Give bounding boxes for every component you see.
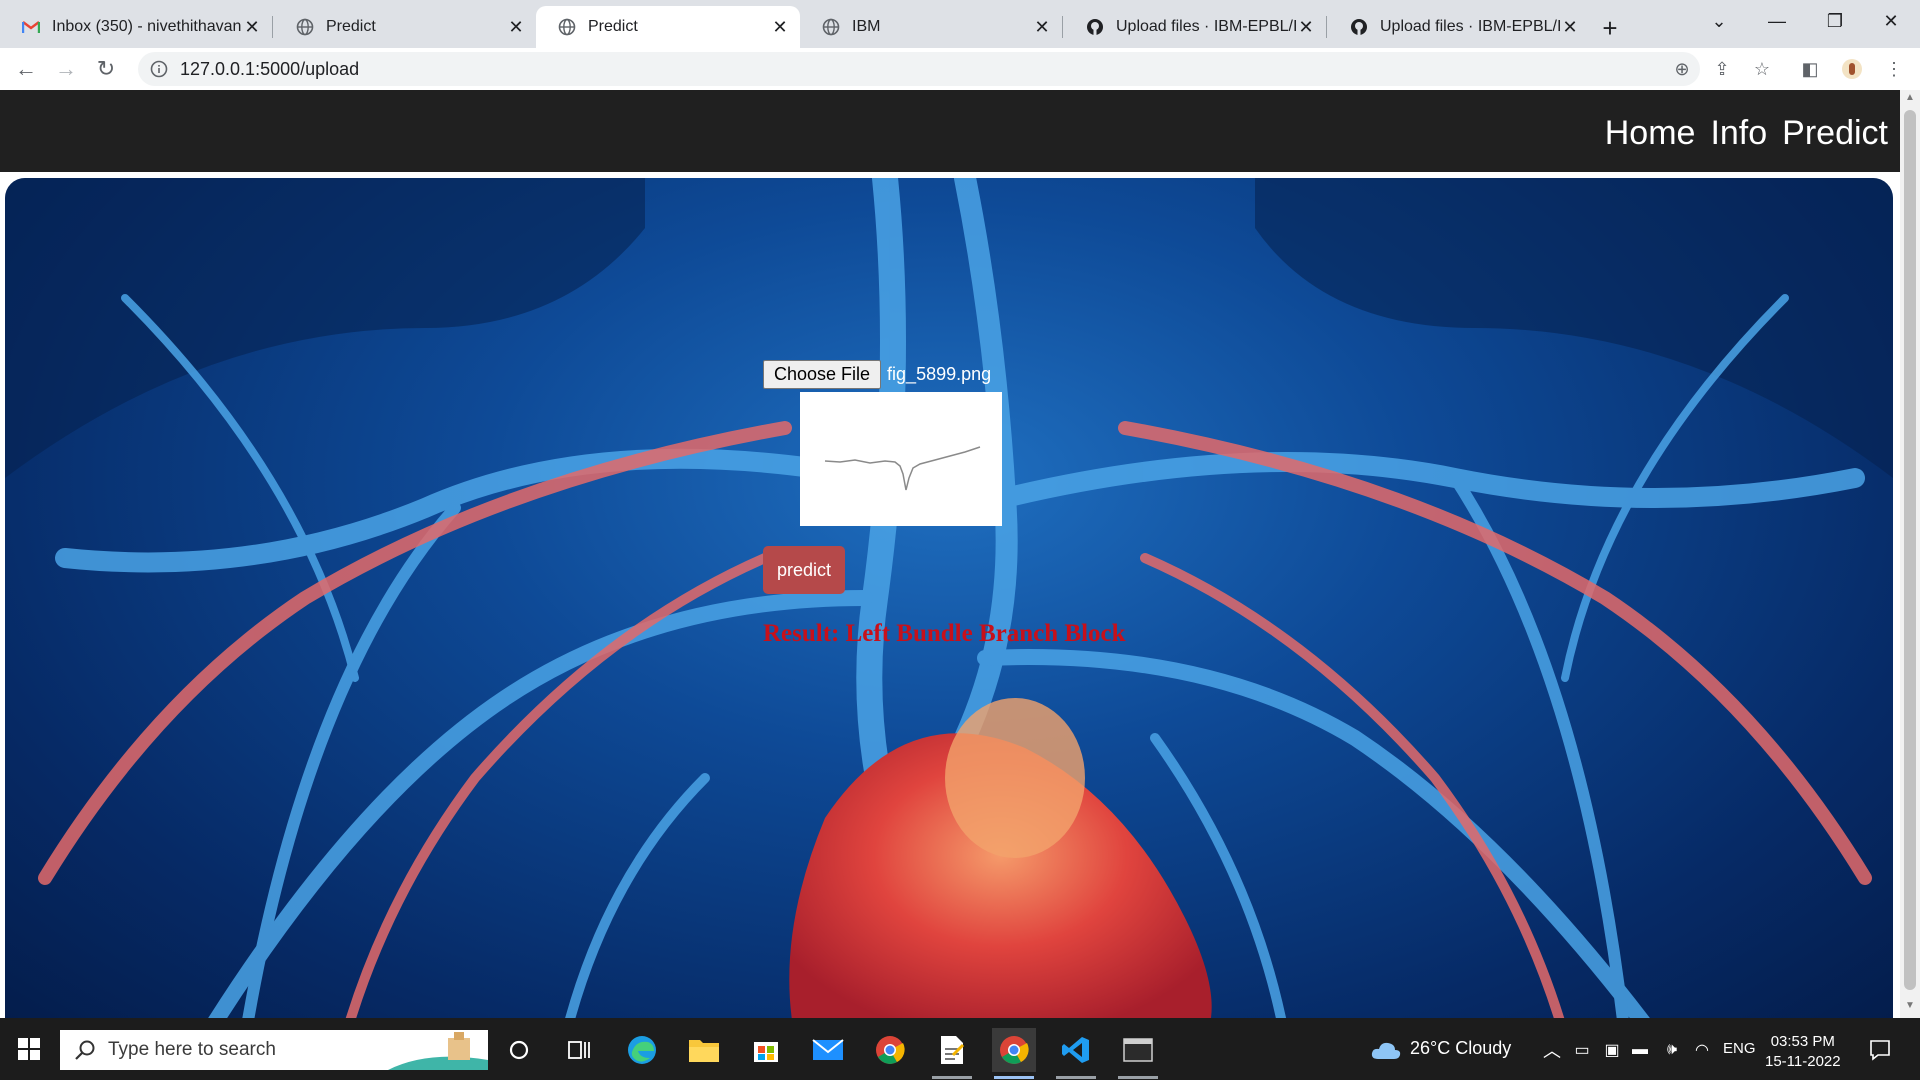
chrome-active-icon[interactable]: [992, 1028, 1036, 1072]
nav-predict-link[interactable]: Predict: [1782, 114, 1888, 153]
address-bar[interactable]: 127.0.0.1:5000/upload: [138, 52, 1700, 86]
page-scrollbar[interactable]: ▲ ▼: [1900, 90, 1920, 1018]
tab-title: Inbox (350) - nivethithavana: [52, 18, 242, 35]
weather-text[interactable]: 26°C Cloudy: [1410, 1038, 1511, 1059]
tab-ibm[interactable]: IBM ✕: [800, 6, 1062, 48]
windows-taskbar: Type here to search 26°C Cloudy ︿ ▭ ▣ ▬ …: [0, 1018, 1920, 1080]
heart-vessels-illustration: [5, 178, 1893, 1018]
windows-logo-icon: [18, 1038, 40, 1060]
close-tab-icon[interactable]: ✕: [770, 17, 790, 37]
task-view-icon[interactable]: [558, 1028, 602, 1072]
cortana-icon[interactable]: [497, 1028, 541, 1072]
microsoft-store-icon[interactable]: [744, 1028, 788, 1072]
reload-button[interactable]: ↻: [90, 53, 122, 85]
restore-button[interactable]: ❐: [1806, 6, 1864, 36]
hero-background-image: [5, 178, 1893, 1018]
tab-title: IBM: [852, 18, 881, 35]
windows-start-button[interactable]: [0, 1018, 58, 1080]
menu-dots-icon[interactable]: ⋮: [1878, 53, 1910, 85]
mail-icon[interactable]: [806, 1028, 850, 1072]
globe-icon: [822, 18, 840, 36]
prediction-result-text: Result: Left Bundle Branch Block: [763, 620, 1126, 647]
clock-time: 03:53 PM: [1770, 1033, 1835, 1050]
scrollbar-thumb[interactable]: [1904, 110, 1916, 990]
site-navbar: Home Info Predict: [0, 90, 1900, 172]
selected-file-name: fig_5899.png: [887, 364, 992, 384]
nav-info-link[interactable]: Info: [1710, 114, 1767, 153]
notification-icon[interactable]: [1858, 1028, 1902, 1072]
browser-toolbar: ← → ↻ 127.0.0.1:5000/upload ⊕ ⇪ ☆ ◧ ⋮: [0, 48, 1920, 91]
system-clock[interactable]: 03:53 PM 15-11-2022: [1765, 1032, 1841, 1072]
info-icon[interactable]: [150, 60, 168, 78]
close-tab-icon[interactable]: ✕: [506, 17, 526, 37]
nav-home-link[interactable]: Home: [1605, 114, 1696, 153]
globe-icon: [296, 18, 314, 36]
file-explorer-icon[interactable]: [682, 1028, 726, 1072]
tab-predict-active[interactable]: Predict ✕: [536, 6, 800, 48]
close-tab-icon[interactable]: ✕: [1560, 17, 1580, 37]
close-tab-icon[interactable]: ✕: [242, 17, 262, 37]
bookmark-star-icon[interactable]: ☆: [1746, 53, 1778, 85]
edge-browser-icon[interactable]: [620, 1028, 664, 1072]
wifi-icon[interactable]: ◠: [1680, 1028, 1724, 1072]
share-icon[interactable]: ⇪: [1706, 53, 1738, 85]
zoom-icon[interactable]: ⊕: [1666, 53, 1698, 85]
github-icon: [1350, 18, 1368, 36]
github-icon: [1086, 18, 1104, 36]
choose-file-button[interactable]: Choose File: [763, 360, 882, 389]
close-window-button[interactable]: ✕: [1862, 6, 1920, 36]
tab-title: Predict: [326, 18, 376, 35]
scroll-up-arrow-icon[interactable]: ▲: [1900, 92, 1920, 108]
search-highlight-illustration-icon: [388, 1032, 488, 1070]
uploaded-image-preview: [800, 392, 1002, 526]
weather-cloud-icon[interactable]: [1364, 1028, 1408, 1072]
page-viewport: Home Info Predict Choose File fig_5899.p…: [0, 90, 1900, 1018]
clock-date: 15-11-2022: [1765, 1053, 1841, 1070]
tab-github-2[interactable]: Upload files · IBM-EPBL/IBM ✕: [1328, 6, 1590, 48]
forward-button[interactable]: →: [50, 53, 82, 85]
new-tab-button[interactable]: +: [1594, 12, 1626, 44]
close-tab-icon[interactable]: ✕: [1296, 17, 1316, 37]
search-placeholder: Type here to search: [108, 1039, 276, 1060]
close-tab-icon[interactable]: ✕: [1032, 17, 1052, 37]
minimize-button[interactable]: —: [1748, 6, 1806, 36]
search-icon: [74, 1039, 96, 1061]
tab-strip: Inbox (350) - nivethithavana ✕ Predict ✕…: [0, 0, 1920, 48]
tab-github-1[interactable]: Upload files · IBM-EPBL/IBM ✕: [1064, 6, 1326, 48]
file-upload-row: Choose File fig_5899.png: [763, 360, 991, 389]
document-editor-icon[interactable]: [930, 1028, 974, 1072]
scroll-down-arrow-icon[interactable]: ▼: [1900, 1000, 1920, 1016]
tab-predict-1[interactable]: Predict ✕: [274, 6, 536, 48]
taskbar-search-box[interactable]: Type here to search: [60, 1030, 488, 1070]
side-panel-icon[interactable]: ◧: [1794, 53, 1826, 85]
language-indicator[interactable]: ENG: [1723, 1040, 1756, 1057]
url-text: 127.0.0.1:5000/upload: [180, 58, 360, 79]
tab-title: Upload files · IBM-EPBL/IBM: [1116, 18, 1296, 35]
predict-button[interactable]: predict: [763, 546, 845, 594]
chrome-icon[interactable]: [868, 1028, 912, 1072]
ecg-waveform-image: [824, 446, 981, 491]
tab-search-chevron-icon[interactable]: ⌄: [1690, 6, 1748, 36]
profile-avatar[interactable]: [1836, 53, 1868, 85]
terminal-icon[interactable]: [1116, 1028, 1160, 1072]
gmail-icon: [22, 18, 40, 36]
globe-icon: [558, 18, 576, 36]
tab-title: Upload files · IBM-EPBL/IBM: [1380, 18, 1560, 35]
back-button[interactable]: ←: [10, 53, 42, 85]
tab-title: Predict: [588, 18, 638, 35]
tab-gmail[interactable]: Inbox (350) - nivethithavana ✕: [0, 6, 272, 48]
vscode-icon[interactable]: [1054, 1028, 1098, 1072]
